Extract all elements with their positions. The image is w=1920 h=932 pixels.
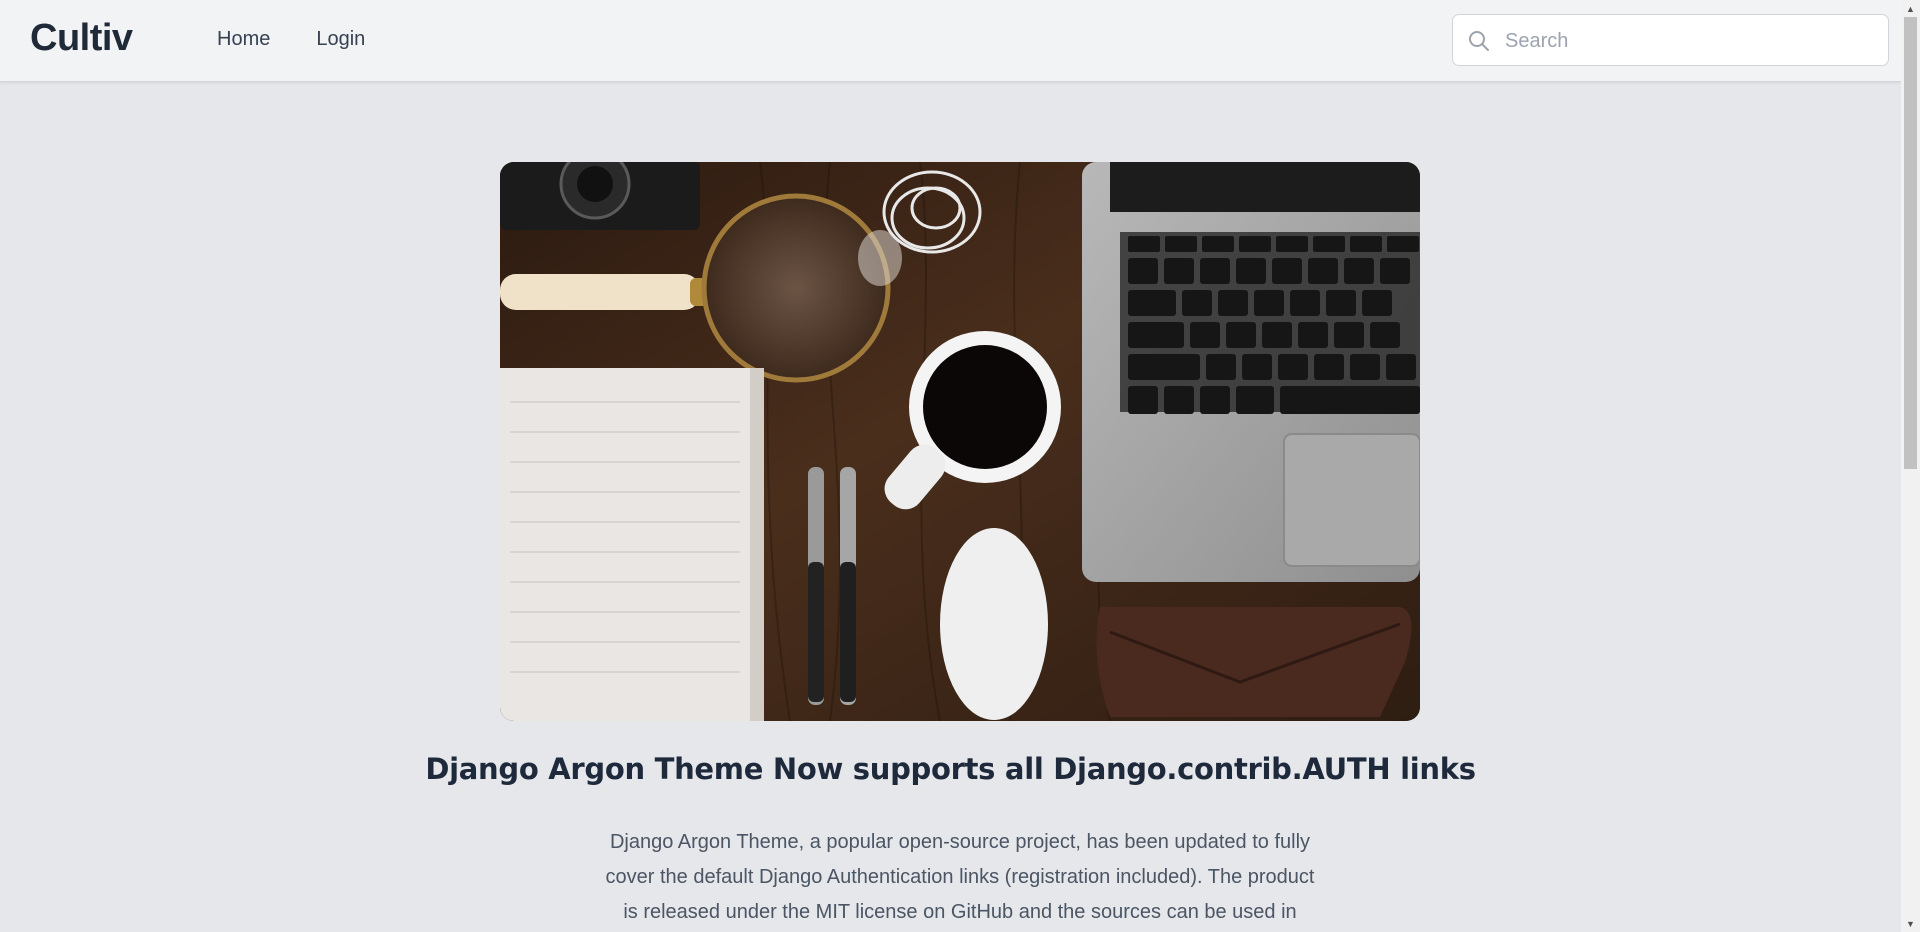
search-box[interactable] bbox=[1452, 14, 1889, 67]
search-icon bbox=[1469, 31, 1489, 51]
brand-logo[interactable]: Cultiv bbox=[30, 17, 133, 60]
page: Cultiv Home Login Search Django Argon Th… bbox=[0, 0, 1920, 932]
nav-link-home[interactable]: Home bbox=[217, 28, 270, 51]
article-hero-image[interactable] bbox=[500, 162, 1420, 721]
article-body: Django Argon Theme, a popular open-sourc… bbox=[605, 831, 1315, 923]
scroll-up-arrow-icon[interactable]: ▲ bbox=[1901, 0, 1920, 17]
article-title[interactable]: Django Argon Theme Now supports all Djan… bbox=[0, 752, 1901, 786]
nav-links: Home Login bbox=[217, 28, 365, 51]
search-input[interactable] bbox=[1503, 15, 1877, 67]
top-navbar: Cultiv Home Login bbox=[0, 0, 1901, 82]
scroll-down-arrow-icon[interactable]: ▼ bbox=[1901, 915, 1920, 932]
scroll-thumb[interactable] bbox=[1904, 17, 1917, 469]
nav-link-login[interactable]: Login bbox=[316, 28, 365, 51]
page-scrollbar[interactable]: ▲ ▼ bbox=[1901, 0, 1920, 932]
desk-photo bbox=[500, 162, 1420, 721]
